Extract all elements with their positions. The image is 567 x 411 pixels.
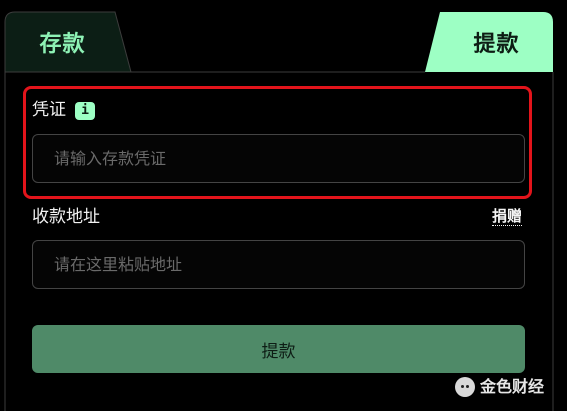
address-label: 收款地址 [32, 207, 100, 227]
withdraw-panel: 存款 提款 凭证 i 收款地址 捐赠 提款 金色财经 [0, 0, 567, 411]
tab-withdraw-label: 提款 [473, 32, 520, 57]
tab-withdraw[interactable]: 提款 [440, 12, 553, 72]
watermark: 金色财经 [455, 377, 544, 397]
tab-deposit[interactable]: 存款 [5, 12, 120, 72]
voucher-input[interactable] [32, 134, 525, 183]
watermark-logo-icon [455, 377, 475, 397]
address-input[interactable] [32, 240, 525, 289]
donate-link[interactable]: 捐赠 [492, 207, 523, 226]
tab-deposit-label: 存款 [39, 32, 86, 57]
info-icon[interactable]: i [75, 102, 95, 120]
voucher-label: 凭证 [32, 100, 66, 120]
watermark-text: 金色财经 [480, 377, 545, 396]
withdraw-button[interactable]: 提款 [32, 325, 525, 373]
